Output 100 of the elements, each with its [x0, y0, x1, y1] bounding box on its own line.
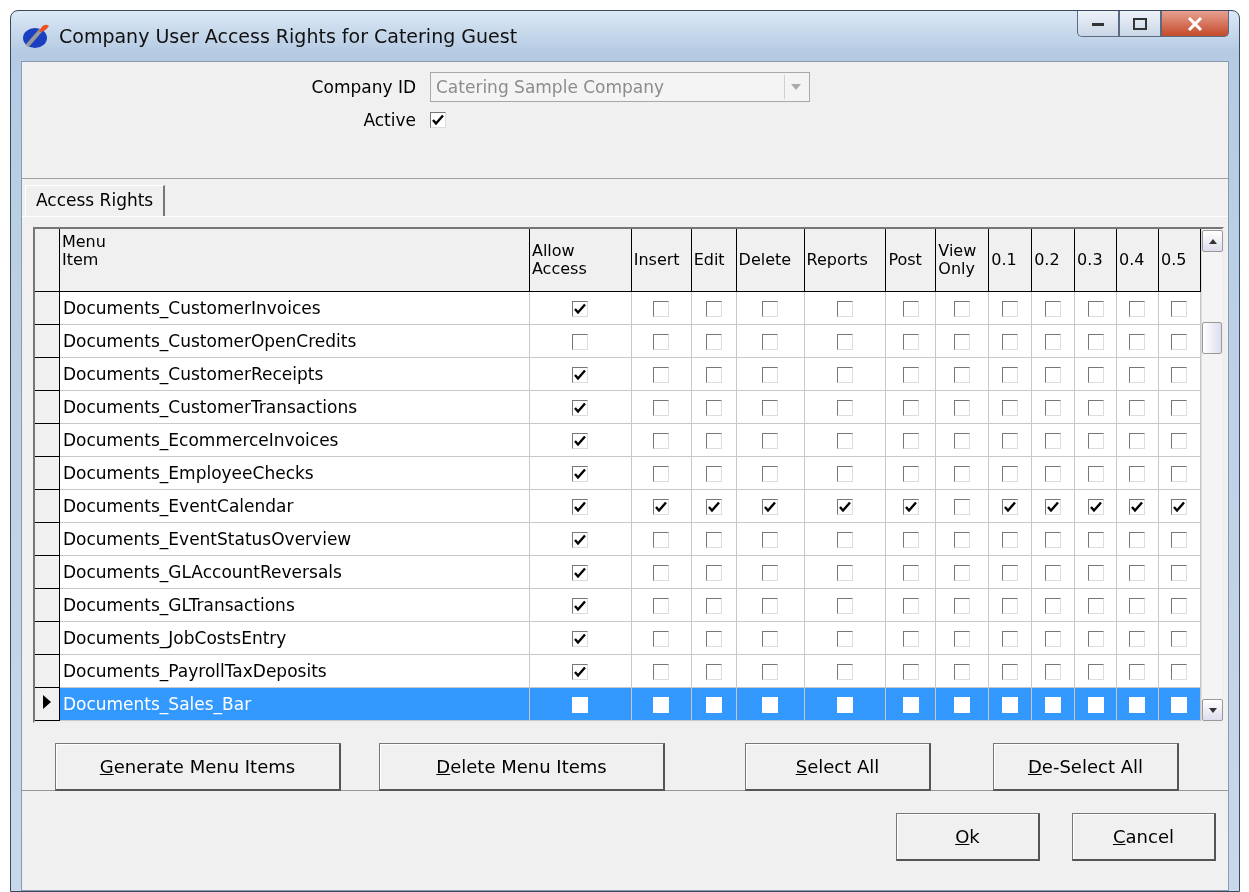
checkbox[interactable] — [1129, 499, 1146, 515]
close-button[interactable] — [1161, 11, 1229, 37]
checkbox[interactable] — [1171, 631, 1188, 647]
checkbox[interactable] — [1002, 400, 1019, 416]
checkbox[interactable] — [902, 301, 919, 317]
checkbox[interactable] — [902, 433, 919, 449]
checkbox[interactable] — [902, 499, 919, 515]
checkbox[interactable] — [572, 301, 589, 317]
column-header[interactable]: 0.5 — [1158, 229, 1201, 292]
checkbox[interactable] — [902, 598, 919, 614]
checkbox[interactable] — [954, 433, 971, 449]
table-cell[interactable]: Documents_CustomerInvoices — [59, 291, 530, 325]
action-button[interactable]: De-Select All — [993, 743, 1179, 791]
checkbox[interactable] — [1045, 631, 1062, 647]
checkbox[interactable] — [1087, 631, 1104, 647]
checkbox[interactable] — [1087, 433, 1104, 449]
checkbox[interactable] — [1002, 499, 1019, 515]
table-cell[interactable]: Documents_CustomerTransactions — [59, 390, 530, 424]
checkbox[interactable] — [705, 466, 722, 482]
checkbox[interactable] — [836, 400, 853, 416]
column-header[interactable]: Delete — [736, 229, 804, 292]
checkbox[interactable] — [653, 367, 670, 383]
checkbox[interactable] — [653, 466, 670, 482]
column-header[interactable]: Reports — [804, 229, 886, 292]
checkbox[interactable] — [572, 565, 589, 581]
checkbox[interactable] — [572, 367, 589, 383]
checkbox[interactable] — [1171, 400, 1188, 416]
checkbox[interactable] — [1087, 301, 1104, 317]
checkbox[interactable] — [954, 367, 971, 383]
checkbox[interactable] — [902, 367, 919, 383]
checkbox[interactable] — [1045, 499, 1062, 515]
checkbox[interactable] — [954, 499, 971, 515]
checkbox[interactable] — [1129, 301, 1146, 317]
checkbox[interactable] — [1171, 367, 1188, 383]
column-header[interactable]: Menu Item — [59, 229, 530, 292]
checkbox[interactable] — [653, 301, 670, 317]
checkbox[interactable] — [1045, 532, 1062, 548]
checkbox[interactable] — [1002, 565, 1019, 581]
checkbox[interactable] — [1129, 664, 1146, 680]
checkbox[interactable] — [1129, 334, 1146, 350]
checkbox[interactable] — [1171, 664, 1188, 680]
checkbox[interactable] — [572, 400, 589, 416]
checkbox[interactable] — [653, 565, 670, 581]
checkbox[interactable] — [762, 367, 779, 383]
checkbox[interactable] — [1129, 565, 1146, 581]
checkbox[interactable] — [653, 631, 670, 647]
checkbox[interactable] — [954, 466, 971, 482]
checkbox[interactable] — [1129, 466, 1146, 482]
checkbox[interactable] — [1087, 334, 1104, 350]
checkbox[interactable] — [1002, 532, 1019, 548]
column-header[interactable]: 0.1 — [988, 229, 1032, 292]
checkbox[interactable] — [705, 400, 722, 416]
checkbox[interactable] — [1045, 565, 1062, 581]
checkbox[interactable] — [1171, 433, 1188, 449]
checkbox[interactable] — [653, 598, 670, 614]
checkbox[interactable] — [705, 301, 722, 317]
minimize-button[interactable] — [1077, 11, 1119, 37]
checkbox[interactable] — [902, 334, 919, 350]
checkbox[interactable] — [705, 664, 722, 680]
column-header[interactable]: View Only — [935, 229, 989, 292]
table-cell[interactable]: Documents_GLTransactions — [59, 588, 530, 622]
checkbox[interactable] — [836, 631, 853, 647]
checkbox[interactable] — [705, 433, 722, 449]
checkbox[interactable] — [836, 367, 853, 383]
checkbox[interactable] — [572, 598, 589, 614]
checkbox[interactable] — [653, 400, 670, 416]
checkbox[interactable] — [1129, 367, 1146, 383]
checkbox[interactable] — [1087, 565, 1104, 581]
checkbox[interactable] — [1129, 598, 1146, 614]
checkbox[interactable] — [836, 301, 853, 317]
checkbox[interactable] — [1045, 466, 1062, 482]
checkbox[interactable] — [762, 334, 779, 350]
checkbox[interactable] — [1045, 598, 1062, 614]
checkbox[interactable] — [572, 334, 589, 350]
checkbox[interactable] — [902, 565, 919, 581]
checkbox[interactable] — [1129, 433, 1146, 449]
checkbox[interactable] — [430, 112, 446, 128]
checkbox[interactable] — [572, 664, 589, 680]
scrollbar[interactable] — [1201, 229, 1222, 721]
scrollbar-thumb[interactable] — [1202, 322, 1222, 354]
checkbox[interactable] — [572, 433, 589, 449]
checkbox[interactable] — [902, 532, 919, 548]
checkbox[interactable] — [836, 664, 853, 680]
checkbox[interactable] — [902, 400, 919, 416]
checkbox[interactable] — [705, 334, 722, 350]
checkbox[interactable] — [572, 466, 589, 482]
checkbox[interactable] — [954, 301, 971, 317]
checkbox[interactable] — [653, 532, 670, 548]
checkbox[interactable] — [705, 532, 722, 548]
checkbox[interactable] — [1002, 367, 1019, 383]
table-cell[interactable]: Documents_PayrollTaxDeposits — [59, 654, 530, 688]
checkbox[interactable] — [1087, 466, 1104, 482]
column-header[interactable]: Insert — [631, 229, 692, 292]
tab[interactable]: Access Rights — [25, 185, 166, 216]
checkbox[interactable] — [836, 433, 853, 449]
checkbox[interactable] — [705, 598, 722, 614]
checkbox[interactable] — [572, 532, 589, 548]
checkbox[interactable] — [836, 499, 853, 515]
column-header[interactable]: Edit — [691, 229, 737, 292]
checkbox[interactable] — [1045, 334, 1062, 350]
